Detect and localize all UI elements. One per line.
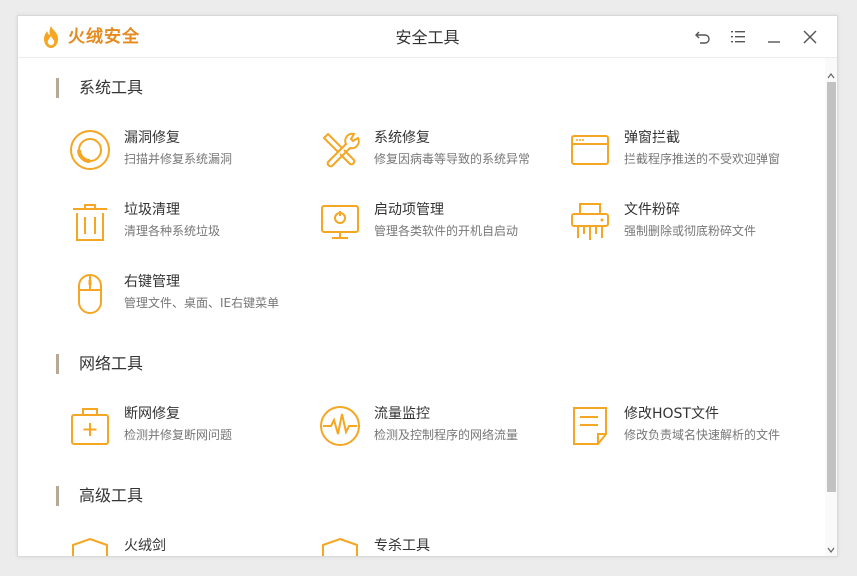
tool-traffic-monitor[interactable]: 流量监控 检测及控制程序的网络流量 xyxy=(318,404,558,452)
tool-desc: 拦截程序推送的不受欢迎弹窗 xyxy=(624,152,781,166)
tool-popup-block[interactable]: 弹窗拦截 拦截程序推送的不受欢迎弹窗 xyxy=(568,128,808,176)
tool-name: 流量监控 xyxy=(374,406,430,422)
scroll-down-icon[interactable] xyxy=(827,546,835,554)
tool-name: 断网修复 xyxy=(124,406,180,422)
trash-icon xyxy=(73,204,107,241)
tool-name: 系统修复 xyxy=(374,130,430,146)
minimize-icon xyxy=(768,41,780,43)
menu-button[interactable] xyxy=(728,27,748,47)
system-repair-icon xyxy=(322,132,360,168)
tool-name: 火绒剑 xyxy=(124,538,166,554)
section-title-system: 系统工具 xyxy=(56,78,143,98)
tool-name: 右键管理 xyxy=(124,274,180,290)
tools-content: 系统工具 漏洞修复 扫描并修复系统漏洞 系统修复 修复因病毒等导致的系统异常 弹… xyxy=(18,58,826,556)
tool-name: 漏洞修复 xyxy=(124,130,180,146)
popup-block-icon xyxy=(571,135,609,165)
shredder-icon xyxy=(571,203,609,240)
back-icon xyxy=(695,31,710,44)
startup-icon xyxy=(321,205,359,239)
tool-trash-clean[interactable]: 垃圾清理 清理各种系统垃圾 xyxy=(68,200,308,248)
tool-desc: 修复因病毒等导致的系统异常 xyxy=(374,152,531,166)
scrollbar-thumb[interactable] xyxy=(827,82,836,492)
mouse-icon xyxy=(78,274,102,314)
vulnerability-fix-icon xyxy=(70,130,110,170)
back-button[interactable] xyxy=(693,27,713,47)
tool-desc: 管理文件、桌面、IE右键菜单 xyxy=(124,296,280,310)
minimize-button[interactable] xyxy=(764,27,784,47)
app-window: 火绒安全 安全工具 系统工具 漏洞修复 扫描并修复系统漏洞 系统修复 修复因病毒… xyxy=(17,15,838,557)
tool-desc: 扫描并修复系统漏洞 xyxy=(124,152,233,166)
tool-host-edit[interactable]: 修改HOST文件 修改负责域名快速解析的文件 xyxy=(568,404,808,452)
close-button[interactable] xyxy=(800,27,820,47)
tool-desc: 检测并修复断网问题 xyxy=(124,428,233,442)
tool-huorong-sword[interactable]: 火绒剑 xyxy=(68,536,308,556)
tool-desc: 清理各种系统垃圾 xyxy=(124,224,221,238)
tool-name: 修改HOST文件 xyxy=(624,406,719,422)
tool-desc: 修改负责域名快速解析的文件 xyxy=(624,428,781,442)
tool-name: 启动项管理 xyxy=(374,202,444,218)
shield-icon xyxy=(72,537,108,556)
section-title-advanced: 高级工具 xyxy=(56,486,143,506)
window-title: 安全工具 xyxy=(395,28,460,47)
shield-icon xyxy=(322,537,358,556)
tool-rightclick-manage[interactable]: 右键管理 管理文件、桌面、IE右键菜单 xyxy=(68,272,308,320)
section-title-network: 网络工具 xyxy=(56,354,143,374)
tool-system-repair[interactable]: 系统修复 修复因病毒等导致的系统异常 xyxy=(318,128,558,176)
vertical-scrollbar[interactable] xyxy=(825,58,837,556)
tool-vulnerability-fix[interactable]: 漏洞修复 扫描并修复系统漏洞 xyxy=(68,128,308,176)
tool-network-repair[interactable]: 断网修复 检测并修复断网问题 xyxy=(68,404,308,452)
medkit-icon xyxy=(71,408,109,445)
tool-desc: 管理各类软件的开机自启动 xyxy=(374,224,519,238)
tool-name: 专杀工具 xyxy=(374,538,430,554)
tool-startup-manage[interactable]: 启动项管理 管理各类软件的开机自启动 xyxy=(318,200,558,248)
close-icon xyxy=(803,30,817,44)
tool-special-kill[interactable]: 专杀工具 xyxy=(318,536,558,556)
tool-name: 垃圾清理 xyxy=(124,202,180,218)
scroll-up-icon[interactable] xyxy=(827,72,835,80)
traffic-icon xyxy=(320,406,360,446)
tool-file-shred[interactable]: 文件粉碎 强制删除或彻底粉碎文件 xyxy=(568,200,808,248)
tool-name: 文件粉碎 xyxy=(624,202,680,218)
title-bar: 火绒安全 安全工具 xyxy=(18,16,837,58)
tool-desc: 强制删除或彻底粉碎文件 xyxy=(624,224,757,238)
tool-desc: 检测及控制程序的网络流量 xyxy=(374,428,519,442)
document-icon xyxy=(573,407,607,445)
menu-icon xyxy=(731,30,745,43)
tool-name: 弹窗拦截 xyxy=(624,130,680,146)
